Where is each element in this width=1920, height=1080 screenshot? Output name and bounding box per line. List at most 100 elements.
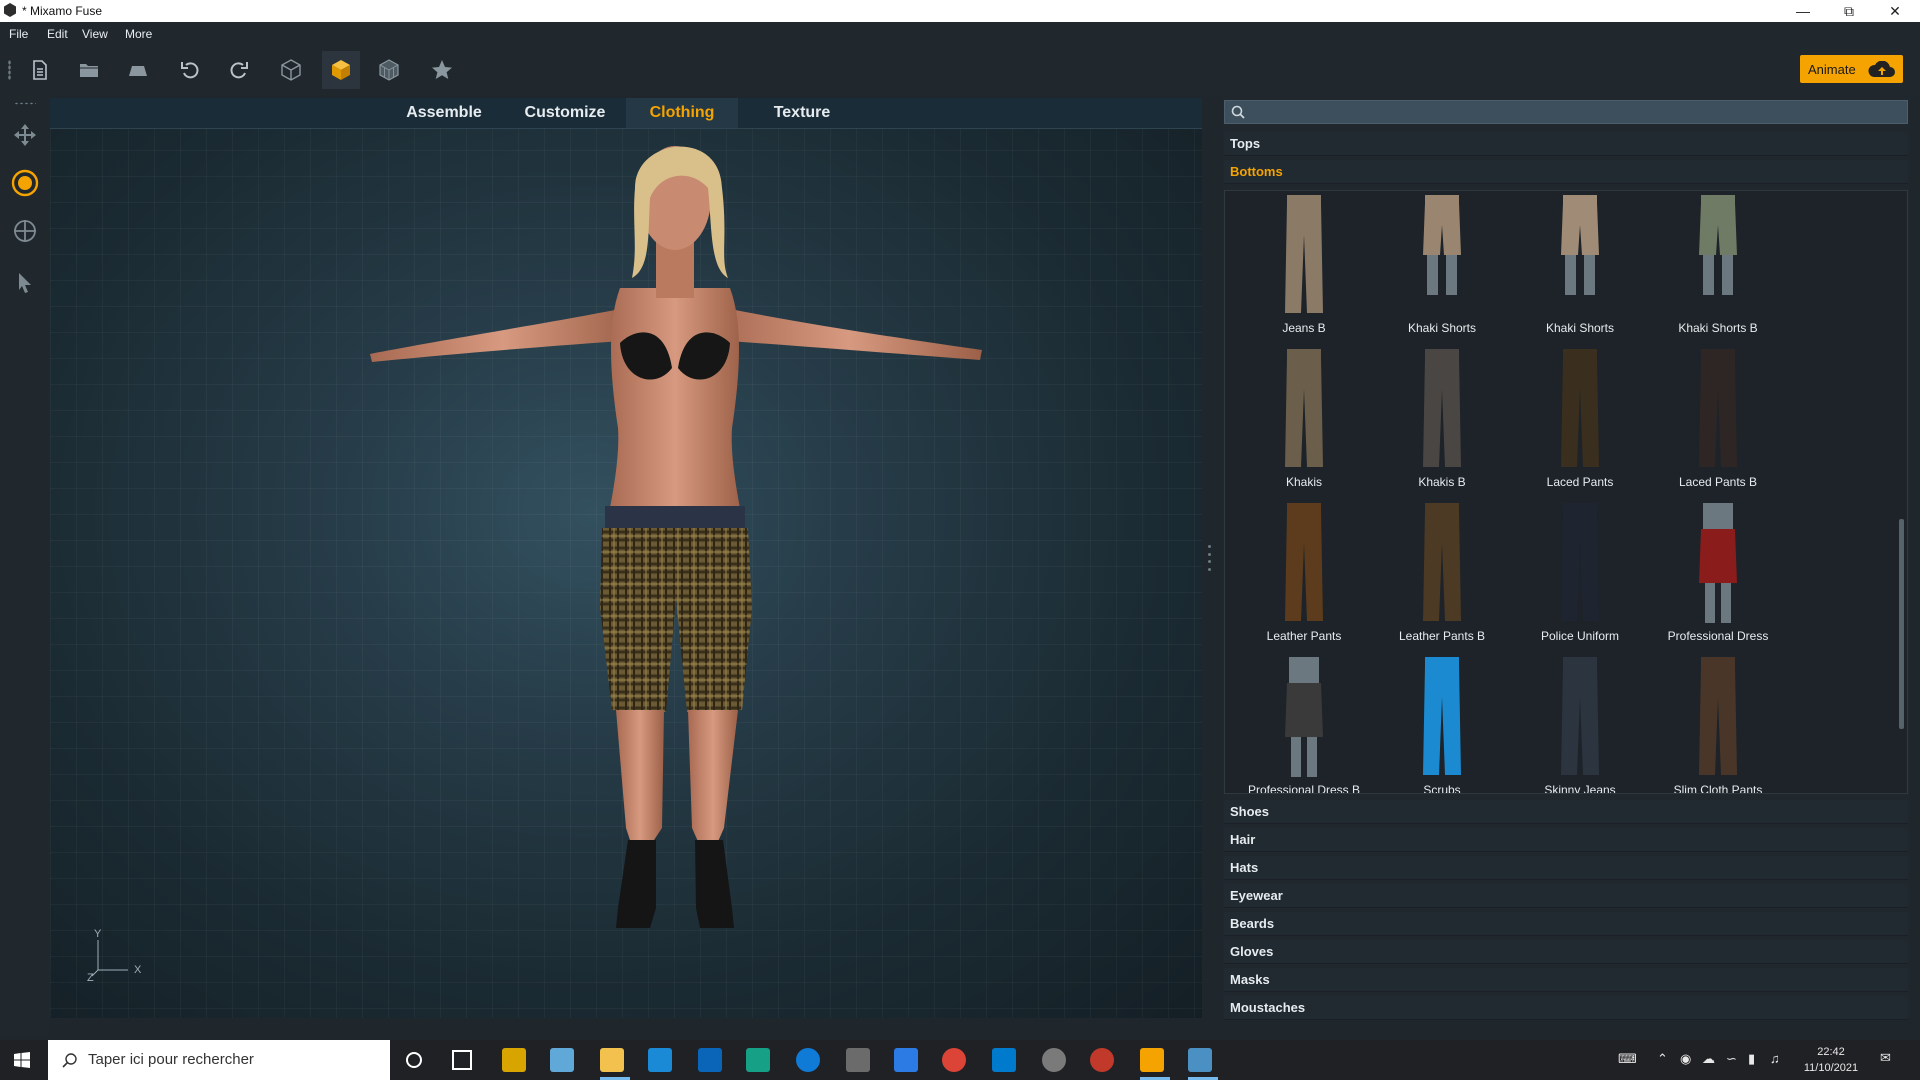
- toolbar: Animate: [0, 44, 1920, 96]
- clothing-item-label: Leather Pants B: [1398, 629, 1486, 643]
- restore-button[interactable]: ⧉: [1826, 0, 1872, 22]
- cortana-icon[interactable]: [406, 1052, 422, 1068]
- clothing-item[interactable]: Leather Pants: [1235, 501, 1373, 655]
- mixamo-fuse-icon[interactable]: [1140, 1048, 1164, 1072]
- new-file-button[interactable]: [21, 51, 59, 89]
- store-icon[interactable]: [502, 1048, 526, 1072]
- onedrive-icon[interactable]: ☁: [1702, 1051, 1715, 1067]
- lumi-app-icon[interactable]: [648, 1048, 672, 1072]
- grid-scrollbar[interactable]: [1899, 519, 1904, 729]
- clothing-item[interactable]: Khaki Shorts B: [1649, 193, 1787, 347]
- keyboard-icon[interactable]: ⌨: [1618, 1051, 1637, 1067]
- category-tops[interactable]: Tops: [1224, 132, 1908, 156]
- clothing-item[interactable]: Khaki Shorts: [1373, 193, 1511, 347]
- taskbar-search-box[interactable]: Taper ici pour rechercher: [48, 1040, 390, 1080]
- clothing-item[interactable]: Skinny Jeans: [1511, 655, 1649, 793]
- category-hats[interactable]: Hats: [1224, 856, 1908, 880]
- file-explorer-icon[interactable]: [600, 1048, 624, 1072]
- tab-customize[interactable]: Customize: [512, 98, 618, 128]
- clothing-thumbnail: [1693, 657, 1743, 782]
- category-beards[interactable]: Beards: [1224, 912, 1908, 936]
- clothing-thumbnail: [1417, 349, 1467, 474]
- clothing-panel: Tops Bottoms Jeans B Khaki Shorts Khaki Sh…: [1222, 98, 1910, 1020]
- edge-browser-icon[interactable]: [796, 1048, 820, 1072]
- menu-edit[interactable]: Edit: [47, 27, 68, 41]
- task-view-icon[interactable]: [452, 1050, 472, 1070]
- clothing-item[interactable]: Professional Dress: [1649, 501, 1787, 655]
- windows-start-button[interactable]: [14, 1052, 30, 1073]
- toolbar-grip[interactable]: [8, 60, 11, 80]
- battery-icon[interactable]: ▮: [1748, 1051, 1755, 1067]
- menu-more[interactable]: More: [125, 27, 152, 41]
- save-button[interactable]: [119, 51, 157, 89]
- clothing-item[interactable]: Khakis B: [1373, 347, 1511, 501]
- chevron-up-icon[interactable]: ⌃: [1657, 1051, 1668, 1067]
- clothing-item[interactable]: Leather Pants B: [1373, 501, 1511, 655]
- open-file-button[interactable]: [70, 51, 108, 89]
- character-model[interactable]: [350, 128, 1000, 1018]
- search-input[interactable]: [1251, 103, 1895, 123]
- clothing-item[interactable]: Slim Cloth Pants: [1649, 655, 1787, 793]
- close-button[interactable]: ✕: [1872, 0, 1918, 22]
- mode-tab-bar: Assemble Customize Clothing Texture: [50, 98, 1202, 129]
- volume-icon[interactable]: ♫: [1770, 1051, 1780, 1066]
- app-window-icon[interactable]: [1188, 1048, 1212, 1072]
- clothing-item[interactable]: Khaki Shorts: [1511, 193, 1649, 347]
- menu-file[interactable]: File: [9, 27, 28, 41]
- clothing-item[interactable]: Scrubs: [1373, 655, 1511, 793]
- clothing-item[interactable]: Laced Pants: [1511, 347, 1649, 501]
- chrome-profile-icon[interactable]: [1090, 1048, 1114, 1072]
- vscode-icon[interactable]: [992, 1048, 1016, 1072]
- select-tool-button[interactable]: [8, 266, 42, 300]
- star-icon: [432, 60, 452, 79]
- panel-resize-handle[interactable]: [1208, 545, 1212, 571]
- category-gloves[interactable]: Gloves: [1224, 940, 1908, 964]
- category-bottoms[interactable]: Bottoms: [1224, 160, 1908, 184]
- category-hair[interactable]: Hair: [1224, 828, 1908, 852]
- redo-button[interactable]: [220, 51, 258, 89]
- todo-check-icon[interactable]: [894, 1048, 918, 1072]
- category-moustaches[interactable]: Moustaches: [1224, 996, 1908, 1020]
- system-clock[interactable]: 22:42 11/10/2021: [1790, 1044, 1872, 1076]
- left-tool-strip: [0, 96, 50, 1036]
- clothing-item[interactable]: Professional Dress B: [1235, 655, 1373, 794]
- category-masks[interactable]: Masks: [1224, 968, 1908, 992]
- textured-view-button[interactable]: [370, 51, 408, 89]
- 3d-viewport[interactable]: Assemble Customize Clothing Texture Y X …: [50, 98, 1202, 1018]
- search-box[interactable]: [1224, 100, 1908, 124]
- search-icon: [1231, 105, 1245, 119]
- target-tool-button[interactable]: [8, 214, 42, 248]
- green-app-icon[interactable]: [746, 1048, 770, 1072]
- clothing-item[interactable]: Jeans B: [1235, 193, 1373, 347]
- notification-icon[interactable]: ✉: [1880, 1050, 1891, 1066]
- notes-app-icon[interactable]: [550, 1048, 574, 1072]
- tab-texture[interactable]: Texture: [746, 98, 858, 128]
- settings-icon[interactable]: [1042, 1048, 1066, 1072]
- os-taskbar: Taper ici pour rechercher ⌨ ⌃ ◉ ☁ ∽ ▮ ♫ …: [0, 1040, 1920, 1080]
- gimp-icon[interactable]: [846, 1048, 870, 1072]
- clothing-item-label: Professional Dress B: [1247, 783, 1361, 794]
- undo-button[interactable]: [171, 51, 209, 89]
- solid-view-button[interactable]: [322, 51, 360, 89]
- wifi-icon[interactable]: ∽: [1726, 1051, 1737, 1067]
- pointer-icon: [19, 273, 31, 293]
- webcam-icon[interactable]: ◉: [1680, 1051, 1691, 1067]
- clothing-thumbnail: [1555, 195, 1605, 320]
- clothing-item[interactable]: Khakis: [1235, 347, 1373, 501]
- move-tool-button[interactable]: [8, 118, 42, 152]
- tab-assemble[interactable]: Assemble: [390, 98, 498, 128]
- minimize-button[interactable]: —: [1780, 0, 1826, 22]
- clothing-item[interactable]: Laced Pants B: [1649, 347, 1787, 501]
- clothing-item[interactable]: Police Uniform: [1511, 501, 1649, 655]
- favorite-button[interactable]: [423, 51, 461, 89]
- category-shoes[interactable]: Shoes: [1224, 800, 1908, 824]
- wireframe-view-button[interactable]: [272, 51, 310, 89]
- animate-button[interactable]: Animate: [1800, 55, 1903, 83]
- tab-clothing[interactable]: Clothing: [626, 98, 738, 128]
- menu-view[interactable]: View: [82, 27, 108, 41]
- rotate-tool-button[interactable]: [8, 166, 42, 200]
- category-eyewear[interactable]: Eyewear: [1224, 884, 1908, 908]
- mail-icon[interactable]: [698, 1048, 722, 1072]
- tool-strip-grip[interactable]: [14, 102, 36, 105]
- chrome-icon[interactable]: [942, 1048, 966, 1072]
